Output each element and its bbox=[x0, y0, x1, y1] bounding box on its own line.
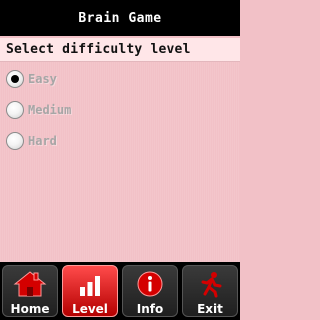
difficulty-option-label: Easy bbox=[28, 72, 57, 86]
difficulty-options-panel: Easy Medium Hard bbox=[0, 62, 240, 262]
tab-level[interactable]: Level bbox=[62, 265, 118, 317]
tab-info-label: Info bbox=[136, 302, 164, 316]
difficulty-prompt-text: Select difficulty level bbox=[6, 42, 191, 57]
difficulty-option-label: Medium bbox=[28, 103, 72, 117]
running-person-icon bbox=[193, 270, 227, 298]
bottom-tab-bar: Home Level Info Exit bbox=[0, 262, 240, 320]
difficulty-option-easy[interactable]: Easy bbox=[6, 68, 57, 90]
difficulty-option-hard[interactable]: Hard bbox=[6, 130, 57, 152]
radio-button-hard[interactable] bbox=[6, 132, 24, 150]
house-icon bbox=[13, 270, 47, 298]
tab-exit-label: Exit bbox=[197, 302, 223, 316]
radio-button-medium[interactable] bbox=[6, 101, 24, 119]
bar-chart-icon bbox=[73, 270, 107, 298]
app-title: Brain Game bbox=[78, 10, 162, 26]
difficulty-option-medium[interactable]: Medium bbox=[6, 99, 71, 121]
tab-exit[interactable]: Exit bbox=[182, 265, 238, 317]
tab-level-label: Level bbox=[72, 302, 108, 316]
difficulty-prompt: Select difficulty level bbox=[0, 38, 240, 62]
tab-info[interactable]: Info bbox=[122, 265, 178, 317]
radio-button-easy[interactable] bbox=[6, 70, 24, 88]
app-title-bar: Brain Game bbox=[0, 0, 240, 36]
tab-home-label: Home bbox=[10, 302, 50, 316]
difficulty-option-label: Hard bbox=[28, 134, 57, 148]
tab-home[interactable]: Home bbox=[2, 265, 58, 317]
info-icon bbox=[133, 270, 167, 298]
